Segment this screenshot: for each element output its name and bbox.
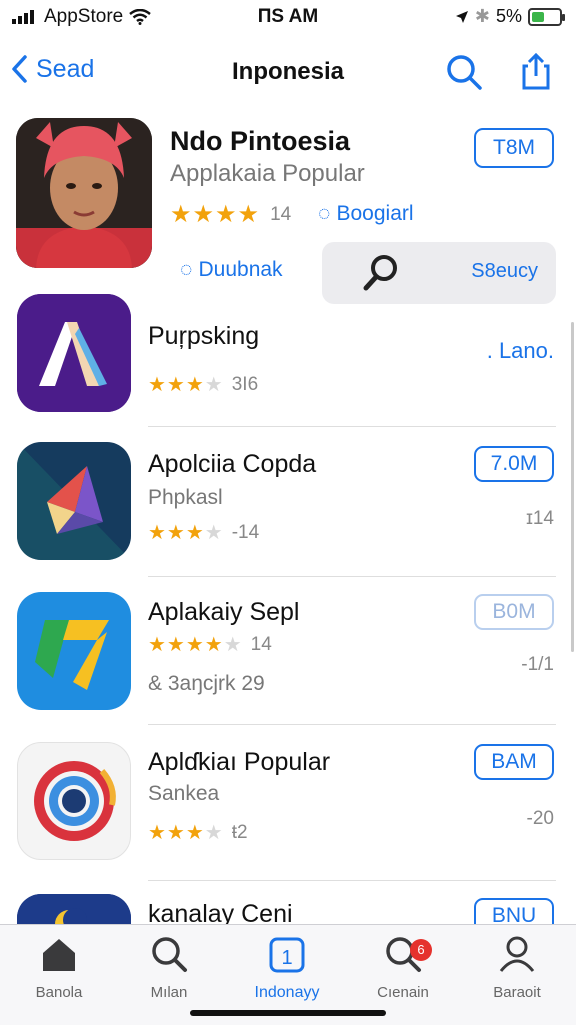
tab-label: Indonayy [254,984,320,1001]
app-rating: ★★★★ -14 [148,520,259,545]
list-item[interactable]: Aplakaiy Sepl ★★★★★ 14 & 3aŋcjrk 29 B0M … [0,592,576,734]
circle-check-icon: ◌ [180,258,193,281]
app-icon [17,894,131,924]
search-label: S8eucy [471,260,538,282]
letter-a-logo-icon [17,294,131,412]
drive-logo-icon [17,592,131,710]
tab-label: Mılan [150,984,188,1001]
navigation-bar: Sead Inponesia [0,44,576,102]
app-name: Apolciia Copda [148,450,317,478]
featured-link-1[interactable]: ◌ Boogiarl [318,202,414,226]
app-name: Aplɗkiaı Popular [148,748,331,776]
featured-app-image [16,118,152,268]
svg-text:1: 1 [281,947,292,969]
list-item[interactable]: Puŗpsking ★★★★ 3I6 . Lano. [0,294,576,436]
divider [148,880,556,881]
get-button[interactable]: B0M [474,594,554,630]
calendar-one-icon: 1 [269,937,305,973]
star-rating: ★★★★ [170,201,261,228]
home-icon [43,939,75,971]
tab-label: Baraoit [493,984,541,1001]
battery-icon [528,7,565,26]
rating-count: 14 [270,203,292,225]
person-icon [499,936,535,972]
star-rating: ★★★★ [148,374,224,396]
tab-profile[interactable]: Baraoit [462,935,572,1001]
status-bar: AppStore ПS AM ✱ 5% [0,0,576,36]
divider [148,576,556,577]
list-item[interactable]: kanalay Ceni BNU [0,894,576,924]
app-icon [17,742,131,860]
tab-indonesia[interactable]: 1 Indonayy [232,935,342,1002]
featured-app-subtitle: Applakaia Popular [170,160,365,187]
share-icon [522,52,550,90]
person-photo [16,118,152,268]
featured-app[interactable]: Ndo Pintoesia Applakaia Popular ★★★★ 14 … [0,112,576,304]
featured-link-1-label: Boogiarl [336,202,414,225]
app-name: Puŗpsking [148,322,260,350]
status-right: ✱ 5% [455,6,565,27]
app-rating: ★★★★★ 14 [148,632,272,657]
search-icon [363,255,397,291]
share-button[interactable] [516,52,556,92]
list-item[interactable]: Aplɗkiaı Popular Sankea ★★★★ ŧ2 BAM -20 [0,742,576,884]
tab-home[interactable]: Banola [4,935,114,1001]
get-button[interactable]: 7.0M [474,446,554,482]
divider [148,724,556,725]
tab-label: Cıenain [377,984,429,1001]
featured-rating: ★★★★ 14 [170,200,291,229]
search-icon [447,55,482,90]
app-icon [17,592,131,710]
search-button[interactable] [444,52,484,92]
page-title: Inponesia [231,58,345,85]
divider [148,426,556,427]
app-meta: & 3aŋcjrk 29 [148,672,265,695]
app-icon [17,294,131,412]
rating-count: 14 [250,633,272,655]
notification-badge: 6 [410,939,432,961]
app-name: kanalay Ceni [148,900,293,924]
app-category: Phpkasl [148,486,223,509]
circle-check-icon: ◌ [318,202,331,225]
search-icon [152,937,187,972]
app-side-label[interactable]: . Lano. [487,338,554,364]
rating-count: 3I6 [231,373,259,395]
app-category: Sankea [148,782,220,805]
star-rating: ★★★★ [148,822,224,844]
rating-count: -14 [231,521,260,543]
app-side-label: -1/1 [521,654,554,675]
star-rating: ★★★★★ [148,634,243,656]
app-rating: ★★★★ ŧ2 [148,820,248,845]
location-arrow-icon [455,10,468,23]
rating-count: ŧ2 [231,821,248,843]
featured-link-2[interactable]: ◌ Duubnak [180,258,283,282]
app-side-label: -20 [526,808,554,829]
bluetooth-icon: ✱ [474,6,490,26]
get-button[interactable]: BAM [474,744,554,780]
app-icon [17,442,131,560]
moon-logo-icon [17,894,131,924]
app-name: Aplakaiy Sepl [148,598,300,626]
app-side-label: ɪ14 [526,508,554,529]
featured-app-name: Ndo Pintoesia [170,126,351,156]
get-button[interactable]: BNU [474,898,554,924]
app-rating: ★★★★ 3I6 [148,372,258,397]
tab-label: Banola [35,984,83,1001]
home-indicator [190,1010,386,1016]
featured-link-2-label: Duubnak [198,258,283,281]
battery-percent: 5% [495,6,522,26]
get-button[interactable]: T8M [474,128,554,168]
scroll-indicator[interactable] [571,322,574,652]
list-item[interactable]: Apolciia Copda Phpkasl ★★★★ -14 7.0M ɪ14 [0,442,576,584]
tab-search[interactable]: Mılan [114,935,224,1001]
prism-logo-icon [17,442,131,560]
star-rating: ★★★★ [148,522,224,544]
tab-updates[interactable]: 6 Cıenain [348,935,458,1001]
camera-ring-logo-icon [34,761,116,841]
